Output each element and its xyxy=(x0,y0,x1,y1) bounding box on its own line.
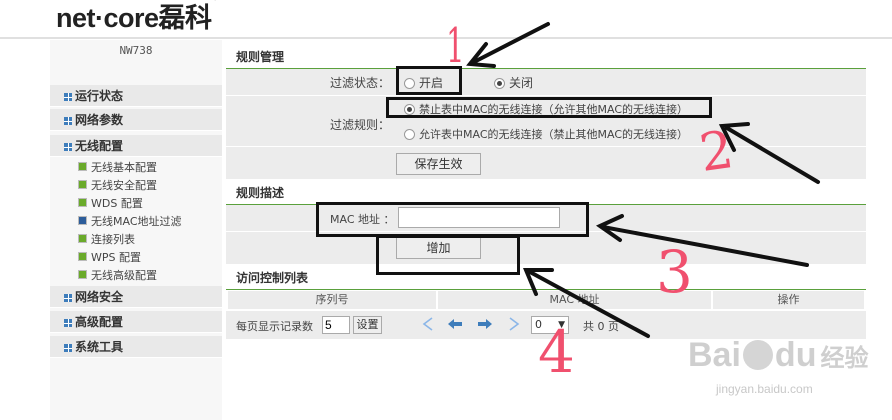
annotation-number-4: 4 xyxy=(538,318,575,386)
watermark-url: jingyan.baidu.com xyxy=(716,382,813,396)
annotation-number-3: 3 xyxy=(656,238,693,306)
baidu-watermark: Bai du 经验 xyxy=(688,336,869,374)
paw-icon xyxy=(742,340,773,370)
annotation-number-1: 1 xyxy=(446,18,465,74)
